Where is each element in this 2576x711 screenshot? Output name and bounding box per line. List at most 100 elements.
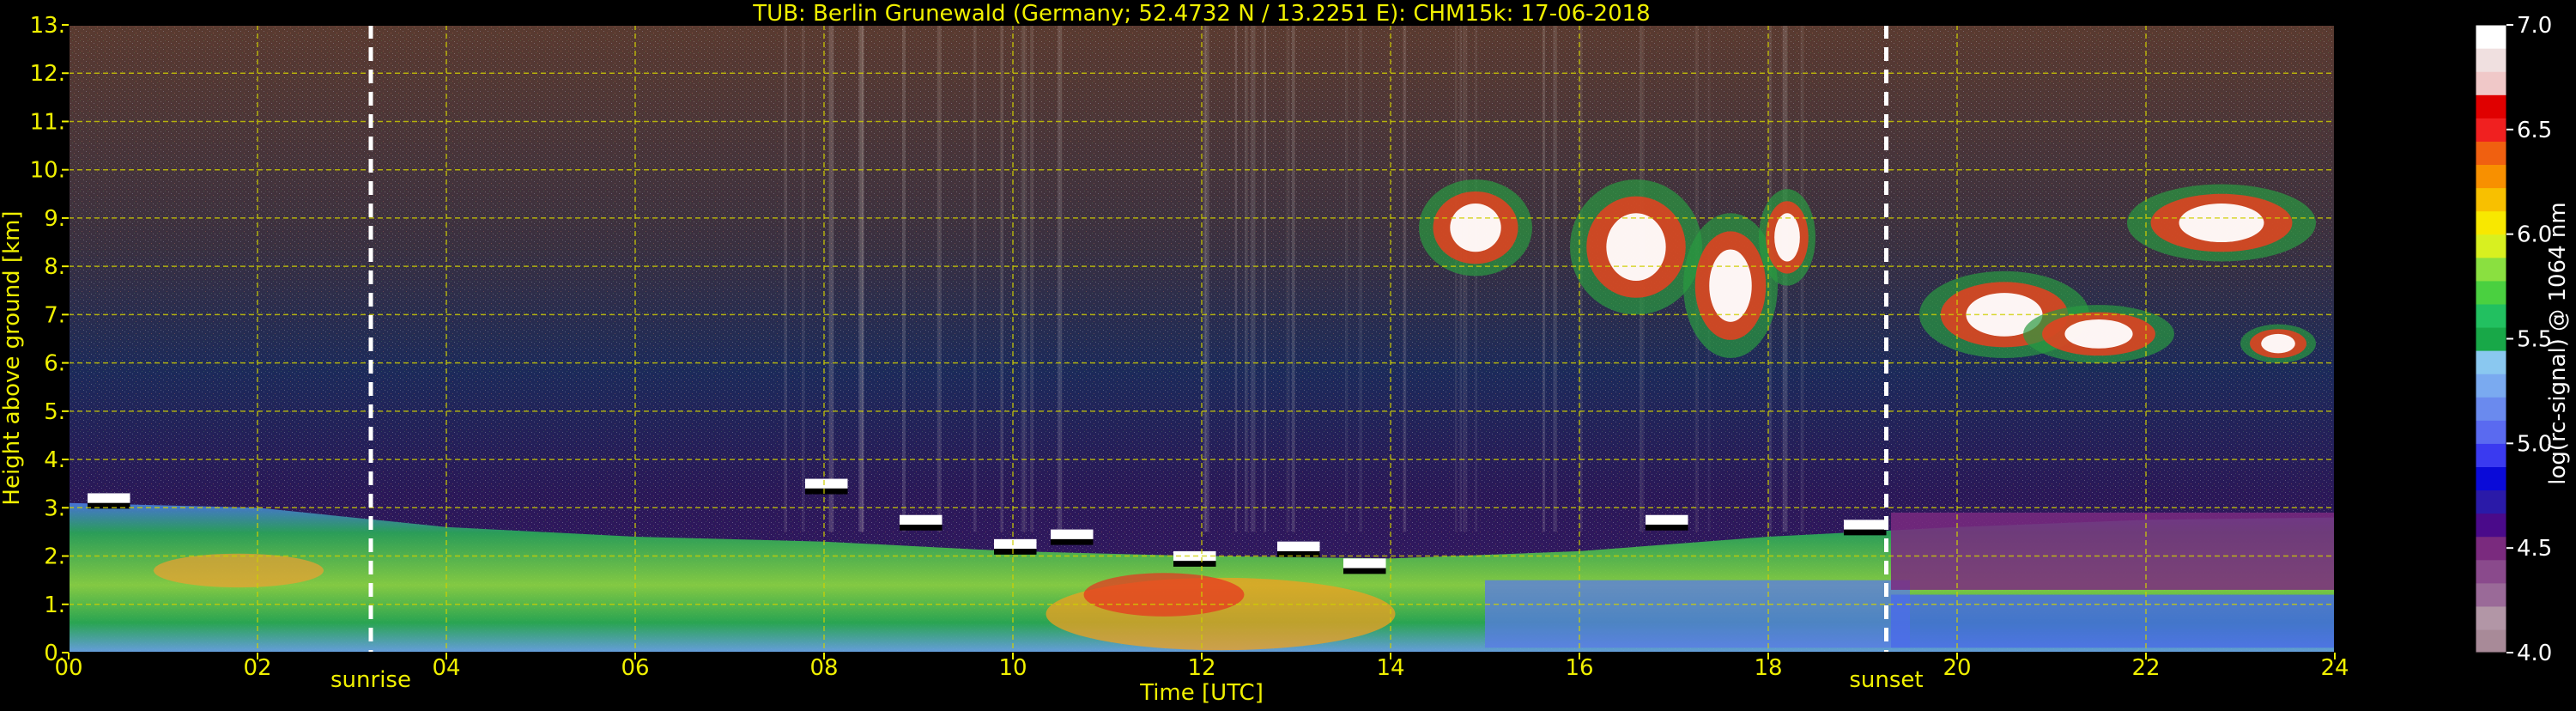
noise-column xyxy=(1234,25,1238,532)
x-tick-label: 14 xyxy=(1376,655,1404,681)
colorbar-segment xyxy=(2476,280,2506,305)
y-tick-label: 0. xyxy=(44,641,65,666)
aerosol-morning xyxy=(154,553,324,588)
colorbar-segment xyxy=(2476,326,2506,351)
cirrus-core xyxy=(1450,204,1501,252)
colorbar-segment xyxy=(2476,257,2506,282)
y-tick-label: 12. xyxy=(30,61,65,87)
noise-column xyxy=(1344,25,1349,532)
cirrus-core xyxy=(2261,333,2295,354)
cirrus-core xyxy=(1606,213,1666,282)
x-tick-label: 06 xyxy=(621,655,649,681)
noise-column xyxy=(1291,25,1295,532)
noise-column xyxy=(1543,25,1546,532)
noise-column xyxy=(902,25,906,532)
colorbar-segment xyxy=(2476,420,2506,444)
colorbar-segment xyxy=(2476,397,2506,421)
y-tick-label: 11. xyxy=(30,109,65,135)
x-tick-label: 10 xyxy=(998,655,1027,681)
sunrise-label: sunrise xyxy=(330,667,411,693)
colorbar-tick-label: 7.0 xyxy=(2517,13,2552,39)
colorbar-segment xyxy=(2476,629,2506,653)
cirrus-core xyxy=(1774,213,1800,262)
colorbar-segment xyxy=(2476,559,2506,584)
noise-column xyxy=(1245,25,1249,532)
noise-column xyxy=(784,25,787,532)
cloud-shadow xyxy=(805,488,848,495)
sunset-label: sunset xyxy=(1849,667,1923,693)
y-tick-label: 7. xyxy=(44,302,65,328)
colorbar-segment xyxy=(2476,48,2506,72)
noise-column xyxy=(1030,25,1033,532)
noise-column xyxy=(861,25,864,532)
cirrus-core xyxy=(2179,204,2264,243)
noise-column xyxy=(936,25,942,532)
y-tick-label: 9. xyxy=(44,206,65,232)
cloud-shadow xyxy=(1646,524,1688,531)
colorbar-segment xyxy=(2476,466,2506,491)
noise-column xyxy=(1000,25,1003,532)
y-tick-label: 6. xyxy=(44,351,65,377)
cloud-top xyxy=(994,538,1037,550)
cloud-top xyxy=(1646,514,1688,526)
y-tick-label: 3. xyxy=(44,495,65,521)
colorbar-segment xyxy=(2476,443,2506,467)
cirrus-core xyxy=(1709,249,1752,322)
x-tick-label: 12 xyxy=(1187,655,1215,681)
noise-column xyxy=(802,25,805,532)
colorbar-segment xyxy=(2476,118,2506,142)
noise-column xyxy=(1454,25,1458,532)
colorbar-segment xyxy=(2476,71,2506,95)
colorbar-segment xyxy=(2476,164,2506,189)
x-tick-label: 22 xyxy=(2131,655,2160,681)
y-tick-label: 4. xyxy=(44,447,65,473)
cloud-top xyxy=(900,514,943,526)
cloud-top xyxy=(88,493,130,504)
chart-canvas: sunrise sunset00 02 04 06 08 10 12 14 16 18 20 22 240… xyxy=(0,1,2571,706)
y-tick-label: 8. xyxy=(44,254,65,280)
x-tick-label: 20 xyxy=(1943,655,1971,681)
colorbar-segment xyxy=(2476,25,2506,49)
cloud-top xyxy=(805,478,848,489)
noise-column xyxy=(1474,25,1478,532)
y-axis-label: Height above ground [km] xyxy=(0,210,25,505)
chart-title: TUB: Berlin Grunewald (Germany; 52.4732 … xyxy=(752,1,1650,27)
cloud-shadow xyxy=(994,549,1037,555)
colorbar-tick-label: 4.5 xyxy=(2517,536,2552,562)
colorbar-segment xyxy=(2476,605,2506,630)
colorbar-segment xyxy=(2476,374,2506,398)
lidar-ceilometer-chart: sunrise sunset 00 02 04 06 08 10 12 14 16 18 20 22 24 0… xyxy=(0,0,2576,708)
colorbar-segment xyxy=(2476,350,2506,374)
x-tick-label: 02 xyxy=(243,655,271,681)
colorbar-tick-label: 6.5 xyxy=(2517,118,2552,143)
cloud-shadow xyxy=(900,524,943,531)
noise-column xyxy=(1204,25,1209,532)
y-tick-label: 10. xyxy=(30,158,65,184)
colorbar-segment xyxy=(2476,187,2506,212)
noise-column xyxy=(828,25,834,532)
cloud-top xyxy=(1844,520,1887,531)
x-tick-label: 16 xyxy=(1565,655,1593,681)
y-tick-label: 13. xyxy=(30,13,65,39)
noise-column xyxy=(1359,25,1363,532)
cloud-shadow xyxy=(1844,529,1887,536)
noise-column xyxy=(1022,25,1027,532)
noise-column xyxy=(1251,25,1256,532)
colorbar-segment xyxy=(2476,94,2506,118)
noise-column xyxy=(1058,25,1063,532)
cloud-top xyxy=(1277,541,1320,553)
cloud-shadow xyxy=(1343,568,1386,574)
colorbar-label: log(rc-signal) @ 1064 nm xyxy=(2545,202,2571,484)
y-tick-label: 2. xyxy=(44,544,65,570)
colorbar-segment xyxy=(2476,234,2506,258)
cirrus-core xyxy=(2064,319,2133,349)
noise-column xyxy=(973,25,977,532)
noise-column xyxy=(1553,25,1557,532)
x-axis-label: Time [UTC] xyxy=(1139,680,1264,706)
cloud-shadow xyxy=(1173,561,1216,567)
y-tick-label: 5. xyxy=(44,399,65,425)
cloud-top xyxy=(1343,558,1386,569)
colorbar-segment xyxy=(2476,210,2506,235)
colorbar-segment xyxy=(2476,582,2506,607)
colorbar-segment xyxy=(2476,489,2506,514)
